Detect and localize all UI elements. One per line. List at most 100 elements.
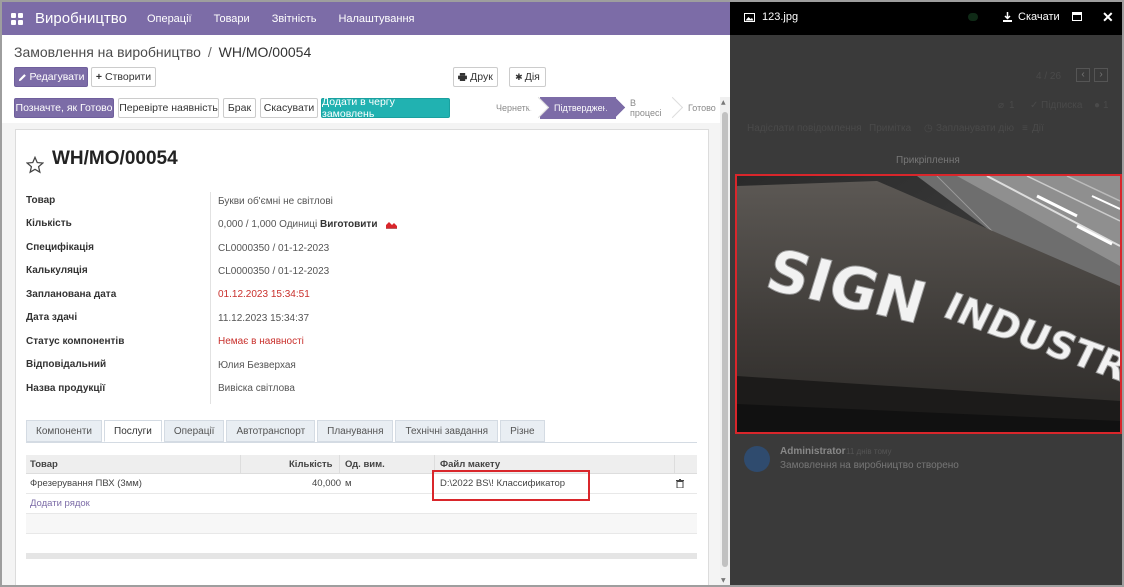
tab-vehicles[interactable]: Автотранспорт — [226, 420, 316, 442]
message-body: Замовлення на виробництво створено — [780, 460, 959, 471]
produce-label: Виготовити — [319, 219, 378, 230]
quantity-text: 0,000 / 1,000 Одиниці — [218, 219, 318, 230]
maximize-icon[interactable] — [1072, 12, 1082, 21]
close-icon[interactable]: ✕ — [1102, 9, 1114, 26]
print-button[interactable]: Друк — [453, 67, 498, 87]
edit-button-label: Редагувати — [29, 71, 85, 83]
schedule-activity-button[interactable]: Запланувати дію — [936, 123, 1014, 134]
mark-done-button[interactable]: Позначте, як Готово — [14, 98, 114, 118]
field-label-responsible: Відповідальний — [26, 359, 107, 370]
tab-misc[interactable]: Різне — [500, 420, 545, 442]
scrollbar-thumb[interactable] — [722, 112, 728, 567]
attachments-count: 1 — [1009, 100, 1015, 111]
cancel-button[interactable]: Скасувати — [260, 98, 318, 118]
field-label-product: Товар — [26, 195, 56, 206]
avatar[interactable] — [744, 446, 770, 472]
nav-item-products[interactable]: Товари — [214, 13, 250, 25]
log-note-button[interactable]: Примітка — [869, 123, 911, 134]
pager[interactable]: 4 / 26 — [1036, 71, 1061, 82]
message-time: 11 днів тому — [846, 447, 892, 456]
create-button[interactable]: + Створити — [91, 67, 156, 87]
stage-done-label: Готово — [688, 103, 716, 113]
stage-in-progress[interactable]: В процесі — [616, 96, 684, 119]
send-message-button[interactable]: Надіслати повідомлення — [747, 123, 862, 134]
cell-uom: м — [345, 478, 352, 489]
user-icon[interactable]: ● — [1094, 100, 1100, 111]
sign-industry-photo: SIGN INDUSTRY — [737, 176, 1120, 432]
download-icon[interactable] — [1003, 12, 1012, 22]
field-value-scheduled-date[interactable]: 01.12.2023 15:34:51 — [218, 289, 310, 300]
message-author[interactable]: Administrator — [780, 446, 846, 457]
column-header-quantity[interactable]: Кількість — [289, 459, 332, 470]
list-icon: ≡ — [1022, 123, 1028, 134]
preview-header: 123.jpg Скачати ✕ — [730, 2, 1122, 35]
pencil-icon — [18, 73, 26, 81]
field-value-bom[interactable]: CL0000350 / 01-12-2023 — [218, 243, 329, 254]
tab-services[interactable]: Послуги — [104, 420, 162, 442]
services-table: Товар Кількість Од. вим. Файл макету Фре… — [26, 455, 697, 534]
scrap-button[interactable]: Брак — [223, 98, 256, 118]
field-label-components-status: Статус компонентів — [26, 336, 125, 347]
field-value-product[interactable]: Букви об'ємні не світлові — [218, 196, 333, 207]
add-to-queue-button[interactable]: Додати в чергу замовлень — [321, 96, 450, 120]
tabs-divider — [26, 442, 697, 443]
field-value-deadline[interactable]: 11.12.2023 15:34:37 — [218, 313, 309, 324]
add-line-row[interactable]: Додати рядок — [26, 494, 697, 514]
field-label-costing: Калькуляція — [26, 265, 88, 276]
field-value-product-name[interactable]: Вивіска світлова — [218, 383, 295, 394]
field-value-components-status: Немає в наявності — [218, 336, 304, 347]
pager-prev-icon[interactable]: ‹ — [1076, 68, 1090, 82]
breadcrumb: Замовлення на виробництво / WH/MO/00054 — [14, 44, 311, 60]
attachment-preview-image: SIGN INDUSTRY — [735, 174, 1122, 434]
stage-in-progress-label: В процесі — [630, 98, 662, 118]
nav-item-operations[interactable]: Операції — [147, 13, 192, 25]
apps-menu-icon[interactable] — [2, 2, 32, 35]
field-value-costing[interactable]: CL0000350 / 01-12-2023 — [218, 266, 329, 277]
app-brand[interactable]: Виробництво — [35, 10, 127, 27]
tab-planning[interactable]: Планування — [317, 420, 394, 442]
star-icon[interactable] — [26, 156, 44, 174]
edit-button[interactable]: Редагувати — [14, 67, 88, 87]
column-header-layout-file[interactable]: Файл макету — [440, 459, 500, 470]
breadcrumb-separator: / — [207, 44, 212, 60]
stage-draft[interactable]: Чернетка — [482, 96, 550, 119]
highlight-box-layout-file — [432, 470, 590, 501]
breadcrumb-parent-link[interactable]: Замовлення на виробництво — [14, 44, 201, 60]
nav-item-settings[interactable]: Налаштування — [338, 13, 414, 25]
field-divider — [210, 192, 211, 404]
breadcrumb-current: WH/MO/00054 — [218, 44, 312, 60]
tab-operations[interactable]: Операції — [163, 420, 225, 442]
field-value-responsible[interactable]: Юлия Безверхая — [218, 360, 296, 371]
scroll-down-arrow[interactable]: ▼ — [721, 577, 726, 584]
tab-components[interactable]: Компоненти — [26, 420, 103, 442]
cell-product: Фрезерування ПВХ (3мм) — [30, 478, 142, 489]
trash-icon[interactable] — [676, 479, 684, 488]
column-header-uom[interactable]: Од. вим. — [345, 459, 385, 470]
paperclip-icon[interactable]: ⌀ — [998, 100, 1004, 111]
check-availability-button[interactable]: Перевірте наявність — [118, 98, 219, 118]
tab-technical-tasks[interactable]: Технічні завдання — [395, 420, 499, 442]
area-chart-icon[interactable] — [386, 220, 398, 229]
record-title: WH/MO/00054 — [52, 148, 178, 169]
follow-button[interactable]: Підписка — [1041, 100, 1082, 111]
table-header: Товар Кількість Од. вим. Файл макету — [26, 455, 697, 474]
stage-confirmed[interactable]: Підтверджено — [540, 96, 626, 119]
cell-quantity: 40,000 — [312, 478, 342, 489]
followers-count: 1 — [1103, 100, 1109, 111]
plus-icon: + — [95, 71, 103, 83]
field-label-product-name: Назва продукції — [26, 383, 106, 394]
add-line-link[interactable]: Додати рядок — [30, 498, 90, 509]
download-button[interactable]: Скачати — [1018, 11, 1060, 23]
image-icon — [744, 13, 755, 22]
field-value-quantity[interactable]: 0,000 / 1,000 Одиниці Виготовити — [218, 219, 398, 230]
action-button[interactable]: ✱ Дія — [509, 67, 546, 87]
scroll-up-arrow[interactable]: ▲ — [721, 99, 726, 106]
pager-next-icon[interactable]: › — [1094, 68, 1108, 82]
actions-button[interactable]: Дії — [1032, 123, 1044, 134]
notebook-tabs: Компоненти Послуги Операції Автотранспор… — [26, 420, 547, 442]
field-label-bom: Специфікація — [26, 242, 94, 253]
table-row[interactable]: Фрезерування ПВХ (3мм) 40,000 м D:\2022 … — [26, 474, 697, 494]
column-header-product[interactable]: Товар — [30, 459, 58, 470]
table-footer — [26, 553, 697, 559]
nav-item-reporting[interactable]: Звітність — [272, 13, 317, 25]
